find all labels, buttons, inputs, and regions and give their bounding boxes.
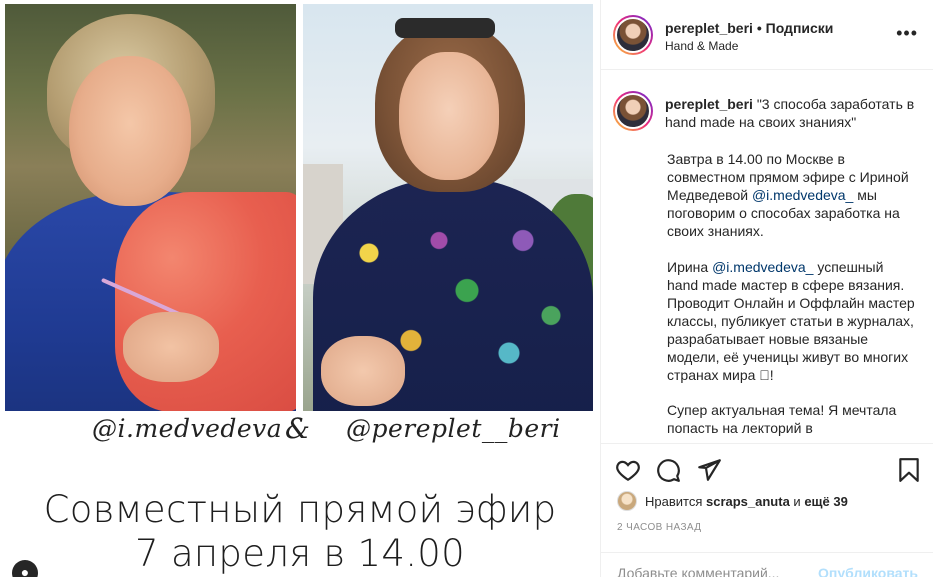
heart-icon[interactable] (615, 457, 641, 483)
photo-right-woman-portrait (303, 4, 593, 411)
header-title-line: pereplet_beri • Подписки (665, 20, 833, 36)
bookmark-icon[interactable] (896, 457, 922, 483)
header-subtitle[interactable]: Hand & Made (665, 39, 738, 53)
image-handle-left: @i.medvedeva (92, 414, 283, 443)
header-avatar[interactable] (613, 15, 653, 55)
photo-right-sunglasses (395, 18, 495, 38)
likes-conjunction: и (789, 494, 805, 509)
liker-username[interactable]: scraps_anuta (706, 494, 790, 509)
caption-paragraph-1: Завтра в 14.00 по Москве в совместном пр… (667, 150, 917, 240)
publish-comment-button[interactable]: Опубликовать (818, 565, 918, 577)
caption-username[interactable]: pereplet_beri (665, 96, 753, 112)
likes-prefix: Нравится (645, 494, 706, 509)
post-image[interactable]: @i.medvedeva & @pereplet__beri Совместны… (0, 0, 600, 577)
paper-plane-icon[interactable] (696, 457, 722, 483)
image-handle-right: @pereplet__beri (346, 414, 561, 443)
header-separator: • (752, 20, 766, 36)
image-announce-date: 7 апреля в 14.00 (135, 532, 465, 575)
photo-right-hand (321, 336, 405, 406)
image-announce-title: Совместный прямой эфир (43, 488, 557, 531)
post-actions: Нравится scraps_anuta и ещё 39 2 часов н… (601, 443, 933, 577)
liker-avatar[interactable] (617, 491, 637, 511)
post-panel: pereplet_beri • Подписки Hand & Made •••… (600, 0, 933, 577)
comment-icon[interactable] (655, 457, 681, 483)
mention-link[interactable]: @i.medvedeva_ (752, 187, 853, 203)
post-header: pereplet_beri • Подписки Hand & Made ••• (601, 0, 933, 70)
post-timestamp[interactable]: 2 часов назад (617, 522, 701, 533)
likes-text: Нравится scraps_anuta и ещё 39 (645, 494, 848, 509)
photo-right-face (399, 52, 499, 180)
follow-status-button[interactable]: Подписки (766, 20, 834, 36)
photo-left-face (69, 56, 191, 206)
caption-paragraph-2: Ирина @i.medvedeva_ успешный hand made м… (667, 258, 917, 384)
photo-left-crochet-work (115, 192, 296, 411)
caption-p2-text-end: успешный hand made мастер в сфере вязани… (667, 259, 915, 383)
mention-link[interactable]: @i.medvedeva_ (712, 259, 813, 275)
image-ampersand: & (285, 412, 311, 445)
comment-input[interactable] (617, 565, 817, 577)
photo-left-woman-crocheting (5, 4, 296, 411)
image-handles: @i.medvedeva & @pereplet__beri (0, 412, 600, 450)
caption-title: pereplet_beri "3 способа заработать в ha… (665, 95, 915, 131)
post-caption: pereplet_beri "3 способа заработать в ha… (601, 71, 933, 443)
more-horizontal-icon[interactable]: ••• (896, 24, 918, 42)
header-username[interactable]: pereplet_beri (665, 20, 753, 36)
comment-bar: Опубликовать (601, 552, 933, 577)
likes-count-link[interactable]: ещё 39 (804, 494, 848, 509)
caption-avatar[interactable] (613, 91, 653, 131)
caption-p2-text: Ирина (667, 259, 713, 275)
caption-paragraph-3: Супер актуальная тема! Я мечтала попасть… (667, 402, 897, 436)
photo-left-hand (123, 312, 219, 382)
